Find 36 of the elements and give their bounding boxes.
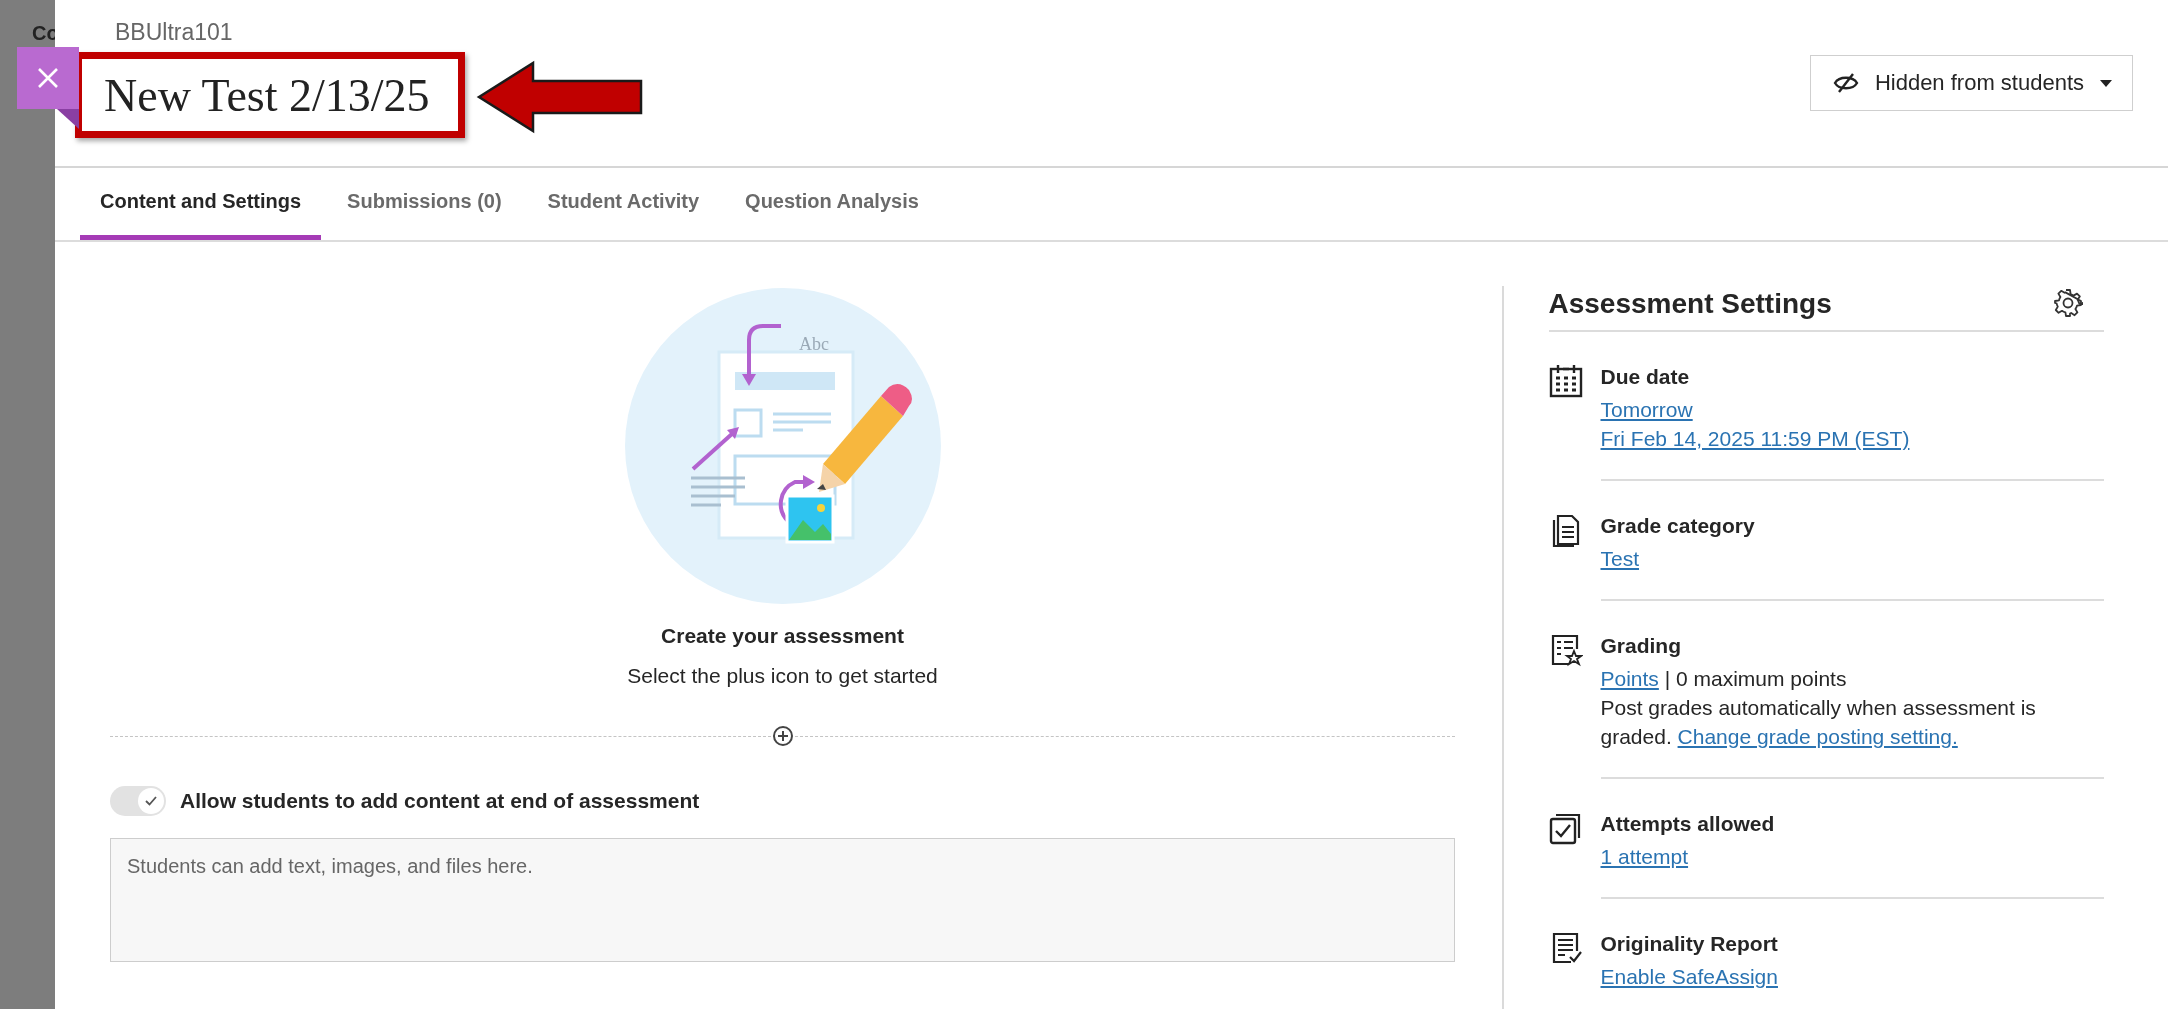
close-tab-fold	[57, 109, 79, 129]
setting-label: Grade category	[1600, 513, 1756, 539]
tab[interactable]: Question Analysis	[725, 168, 939, 240]
illustration-text: Abc	[798, 334, 829, 354]
calendar-icon	[1548, 364, 1583, 398]
empty-state-text: Select the plus icon to get started	[627, 664, 938, 688]
settings-title: Assessment Settings	[1548, 288, 1832, 320]
settings-icon[interactable]	[2051, 288, 2084, 320]
tab[interactable]: Content and Settings	[80, 168, 322, 240]
toggle-switch[interactable]	[110, 786, 166, 816]
setting-label: Due date	[1600, 364, 1691, 390]
check-icon	[145, 796, 157, 806]
toggle-label: Allow students to add content at end of assessment	[180, 789, 700, 813]
close-button[interactable]	[17, 47, 79, 109]
add-button[interactable]	[770, 724, 795, 748]
empty-state-heading: Create your assessment	[661, 624, 904, 648]
setting-link[interactable]: Test	[1600, 547, 1639, 570]
setting-link[interactable]: Fri Feb 14, 2025 11:59 PM (EST)	[1600, 427, 1910, 450]
tab[interactable]: Student Activity	[527, 168, 720, 240]
setting-link[interactable]: Enable SafeAssign	[1600, 965, 1778, 988]
setting-link[interactable]: Points	[1600, 667, 1659, 690]
setting-text: Points | 0 maximum points	[1600, 666, 1848, 692]
hidden-eye-icon	[1832, 72, 1859, 94]
visibility-dropdown[interactable]: Hidden from students	[1809, 55, 2133, 111]
caret-icon	[2100, 79, 2112, 87]
setting-link[interactable]: Tomorrow	[1600, 398, 1693, 421]
checkbox-stack-icon	[1548, 811, 1583, 845]
tab[interactable]: Submissions (0)	[327, 168, 522, 240]
setting-link[interactable]: 1 attempt	[1600, 845, 1689, 868]
setting-label: Originality Report	[1600, 931, 1779, 957]
setting-link[interactable]: Change grade posting setting.	[1677, 725, 1958, 748]
setting-label: Attempts allowed	[1600, 811, 1776, 837]
course-name: BBUltra101	[115, 18, 234, 46]
content-field[interactable]: Students can add text, images, and files here.	[110, 838, 1455, 962]
setting-text: Post grades automatically when assessment is graded. Change grade posting setting.	[1600, 695, 2037, 750]
setting-label: Grading	[1600, 633, 1682, 659]
